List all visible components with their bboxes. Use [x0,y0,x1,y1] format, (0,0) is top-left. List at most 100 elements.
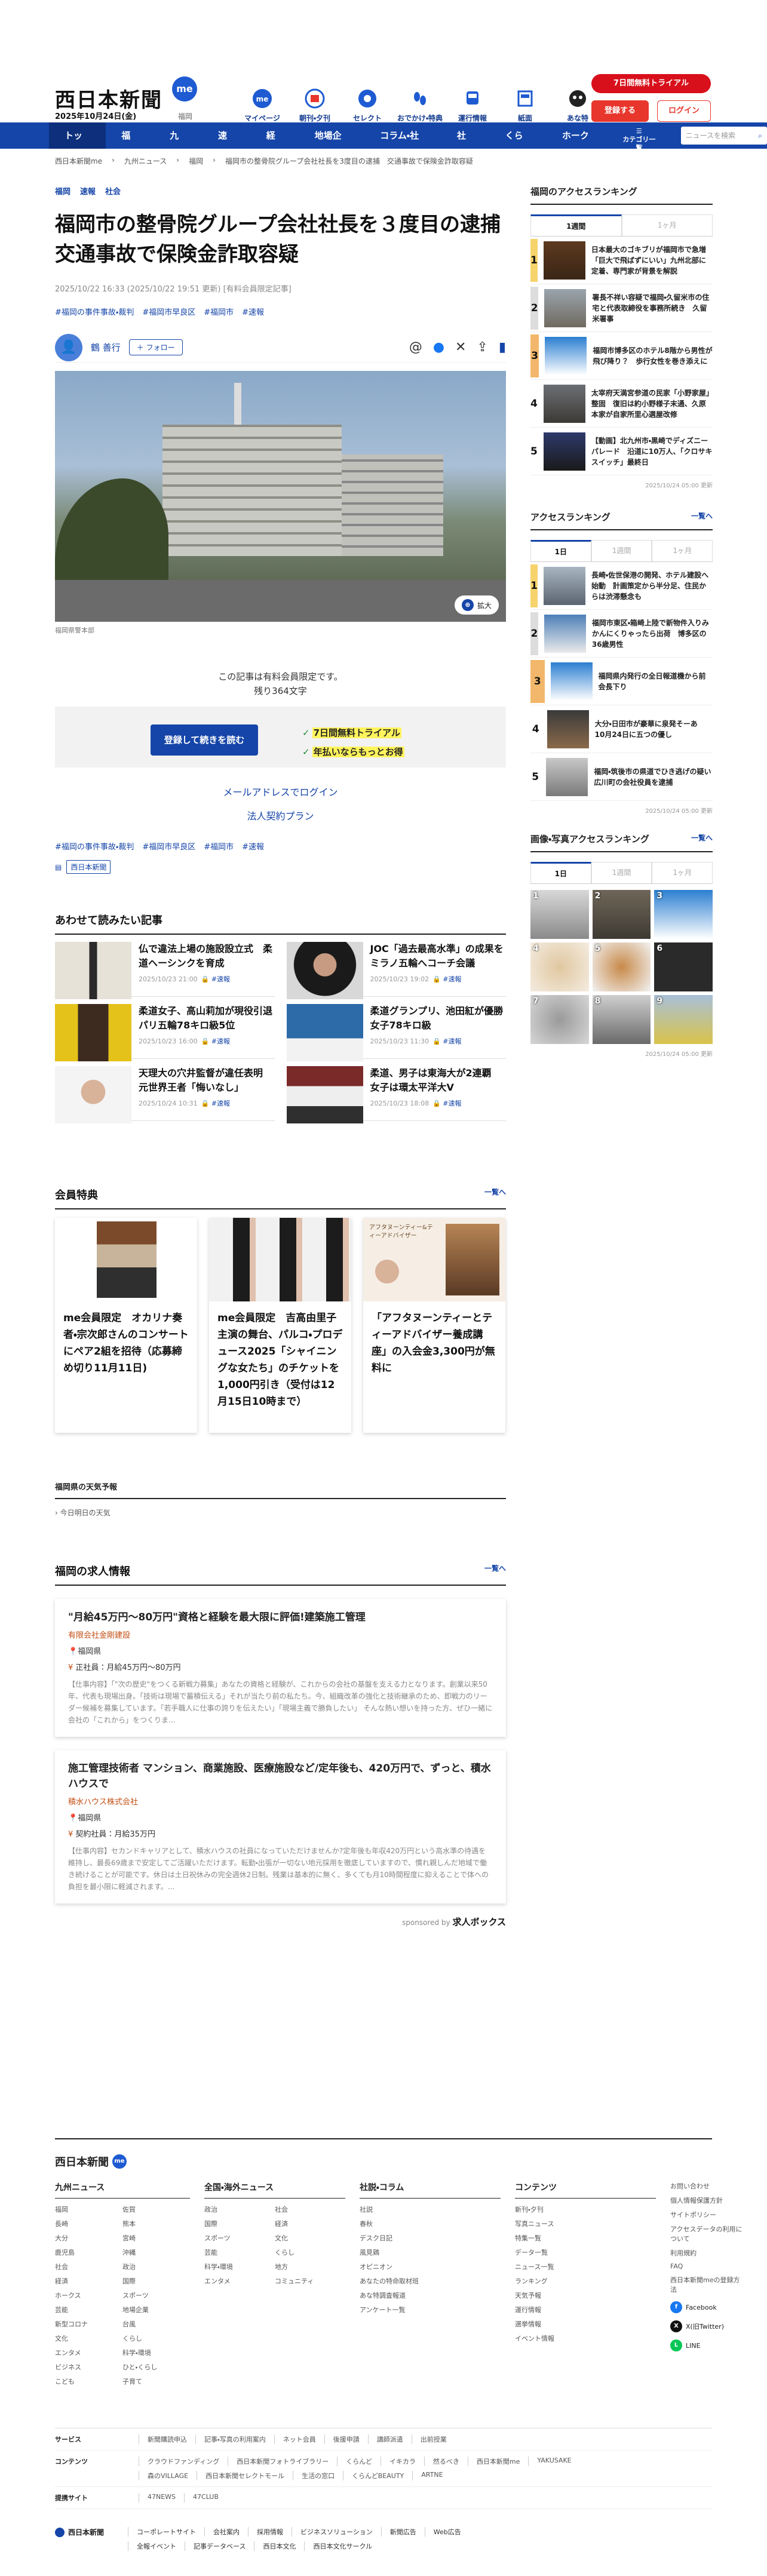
footer-link[interactable]: 地場企業 [122,2305,190,2314]
footer-link[interactable]: アクセスデータの利用について [670,2224,745,2243]
footer-link[interactable]: くらし [122,2334,190,2343]
footer-link[interactable]: 文化 [275,2233,345,2243]
corporate-logo[interactable]: 西日本新聞 [55,2527,104,2537]
ranking-item[interactable]: 5 【動画】北九州市・黒崎でディズニーパレード 沿道に10万人、「クロサキスイッチ… [530,428,713,475]
image-rank-cell[interactable]: 3 [654,890,713,939]
footer-link[interactable]: ネット会員 [274,2434,324,2444]
tab-1month[interactable]: 1ヶ月 [652,862,713,883]
corporate-link[interactable]: 西日本文化 [254,2541,304,2551]
author-avatar[interactable]: 👤 [55,333,82,361]
footer-link[interactable]: 利用規約 [670,2248,745,2258]
author-name[interactable]: 鶴 善行 [91,341,121,354]
gnav-society[interactable]: 社会 [441,122,490,167]
image-rank-cell[interactable]: 2 [592,890,651,939]
email-login-link[interactable]: メールアドレスでログイン [55,784,506,799]
related-item[interactable]: 天理大の穴井監督が違任表明 元世界王者「悔いなし」 2025/10/24 10:3… [55,1059,275,1123]
gnav-hawks[interactable]: ホークス [547,122,612,167]
footer-link[interactable]: 社会 [275,2205,345,2214]
more-link[interactable]: 一覧へ [691,511,713,523]
ranking-item[interactable]: 4 太宰府天満宮参道の民家「小野家屋」整固 復旧は約小野様子末通、久原本家が自家所… [530,380,713,428]
footer-link[interactable]: 佐賀 [122,2205,190,2214]
footer-link[interactable]: 講師派遣 [367,2434,412,2444]
ranking-item[interactable]: 4 大分・日田市が豪華に泉発そーあ 10月24日に五つの優し [530,705,713,753]
sns-line[interactable]: L LINE [670,2339,760,2351]
tab-1week[interactable]: 1週間 [591,862,652,883]
corporate-link[interactable]: 全報イベント [128,2541,185,2551]
tab-1day[interactable]: 1日 [530,540,591,561]
footer-link[interactable]: クラウドファンディング [139,2457,228,2466]
search-icon[interactable]: ⌕ [758,127,762,145]
share-icon[interactable]: ⇪ [477,340,487,355]
footer-link[interactable]: くらし [275,2248,345,2257]
image-rank-cell[interactable]: 1 [530,890,589,939]
zoom-button[interactable]: ⊕ 拡大 [454,595,499,615]
footer-link[interactable]: 長崎 [55,2219,122,2228]
footer-link[interactable]: くらんどBEAUTY [343,2471,412,2480]
footer-link[interactable]: 記事・写真の利用案内 [195,2434,274,2444]
subscribe-button[interactable]: 登録して続きを読む [151,724,258,756]
gnav-category-list[interactable]: ☰ カテゴリ一覧 [612,122,666,152]
footer-link[interactable]: 新聞購読申込 [139,2434,195,2444]
hashtag-link[interactable]: #福岡市 [204,840,234,852]
ranking-item[interactable]: 1 日本最大のゴキブリが福岡市で急増「巨大で飛ばずにいい」九州北部に定着、専門家が… [530,237,713,284]
image-rank-cell[interactable]: 6 [654,942,713,991]
footer-link[interactable]: 西日本新聞フォトライブラリー [228,2457,337,2466]
hashtag-link[interactable]: #福岡の事件事故・裁判 [55,840,134,852]
footer-link[interactable]: 出前授業 [411,2434,455,2444]
hashtag-link[interactable]: #福岡の事件事故・裁判 [55,306,134,317]
footer-link[interactable]: 春秋 [360,2219,501,2228]
footer-link[interactable]: 西日本新聞meの登録方法 [670,2275,745,2294]
footer-link[interactable]: 新型コロナ [55,2319,122,2329]
footer-link[interactable]: デスク日記 [360,2233,501,2243]
nav-select[interactable]: セレクト [341,87,394,123]
gnav-top[interactable]: トップ [49,122,106,167]
perk-card[interactable]: アフタヌーンティー&ティーアドバイザー 「アフタヌーンティーとティーアドバイザー… [363,1218,505,1433]
footer-link[interactable]: 地方 [275,2262,345,2271]
footer-link[interactable]: 熊本 [122,2219,190,2228]
footer-link[interactable]: ビジネス [55,2362,122,2372]
footer-link[interactable]: ARTNE [412,2471,451,2480]
perk-card[interactable]: me会員限定 オカリナ奏者・宗次郎さんのコンサートにペア2組を招待（応募締め切り… [55,1218,197,1433]
footer-link[interactable]: 国際 [122,2276,190,2286]
job-card[interactable]: 施工管理技術者 マンション、商業施設、医療施設など/定年後も、420万円で、ずっ… [55,1750,506,1903]
footer-link[interactable]: 文化 [55,2334,122,2343]
nav-train[interactable]: 運行情報 [446,87,499,123]
footer-link[interactable]: コミュニティ [275,2276,345,2286]
more-link[interactable]: 一覧へ [484,1187,506,1202]
footer-link[interactable]: 芸能 [204,2248,275,2257]
footer-logo[interactable]: 西日本新聞 me [55,2154,712,2169]
footer-link[interactable]: アンケート一覧 [360,2305,501,2314]
login-button[interactable]: ログイン [657,100,711,122]
tab-1day[interactable]: 1日 [530,862,591,883]
search-input[interactable]: ニュースを検索 ⌕ [680,127,767,145]
footer-link[interactable]: 47CLUB [184,2493,227,2503]
gnav-column[interactable]: コラム・社説 [364,122,441,167]
image-rank-cell[interactable]: 4 [530,942,589,991]
nav-mypage[interactable]: me マイページ [236,87,289,123]
footer-link[interactable]: 後援申請 [324,2434,368,2444]
footer-link[interactable]: 経済 [55,2276,122,2286]
footer-link[interactable]: 社会 [55,2262,122,2271]
gnav-fukuoka[interactable]: 福岡 [106,122,154,167]
sponsor-line[interactable]: sponsored by 求人ボックス [55,1915,506,1928]
footer-link[interactable]: 政治 [122,2262,190,2271]
footer-link[interactable]: オピニオン [360,2262,501,2271]
breadcrumb-item[interactable]: 西日本新聞me [55,156,102,166]
tab-1month[interactable]: 1ヶ月 [652,540,713,561]
footer-link[interactable]: 芸能 [55,2305,122,2314]
sns-facebook[interactable]: f Facebook [670,2301,760,2313]
footer-link[interactable]: 生活の窓口 [293,2471,343,2480]
footer-link[interactable]: スポーツ [122,2291,190,2300]
footer-link[interactable]: あな特調査報道 [360,2291,501,2300]
follow-button[interactable]: ＋ フォロー [128,339,183,355]
footer-link[interactable]: サイトポリシー [670,2210,745,2219]
weather-item[interactable]: › 今日明日の天気 [55,1507,506,1518]
image-rank-cell[interactable]: 8 [592,995,651,1044]
gnav-kyushu[interactable]: 九州 [154,122,203,167]
corporate-link[interactable]: 新聞広告 [381,2527,425,2537]
footer-link[interactable]: ホークス [55,2291,122,2300]
footer-link[interactable]: 大分 [55,2233,122,2243]
hashtag-link[interactable]: #速報 [242,306,264,317]
ranking-item[interactable]: 2 福岡市東区・箱崎上陸で新物件入りみかんにくりゃったら出荷 博多区の36歳男性 [530,610,713,658]
nav-paper[interactable]: 紙面 [499,87,551,123]
